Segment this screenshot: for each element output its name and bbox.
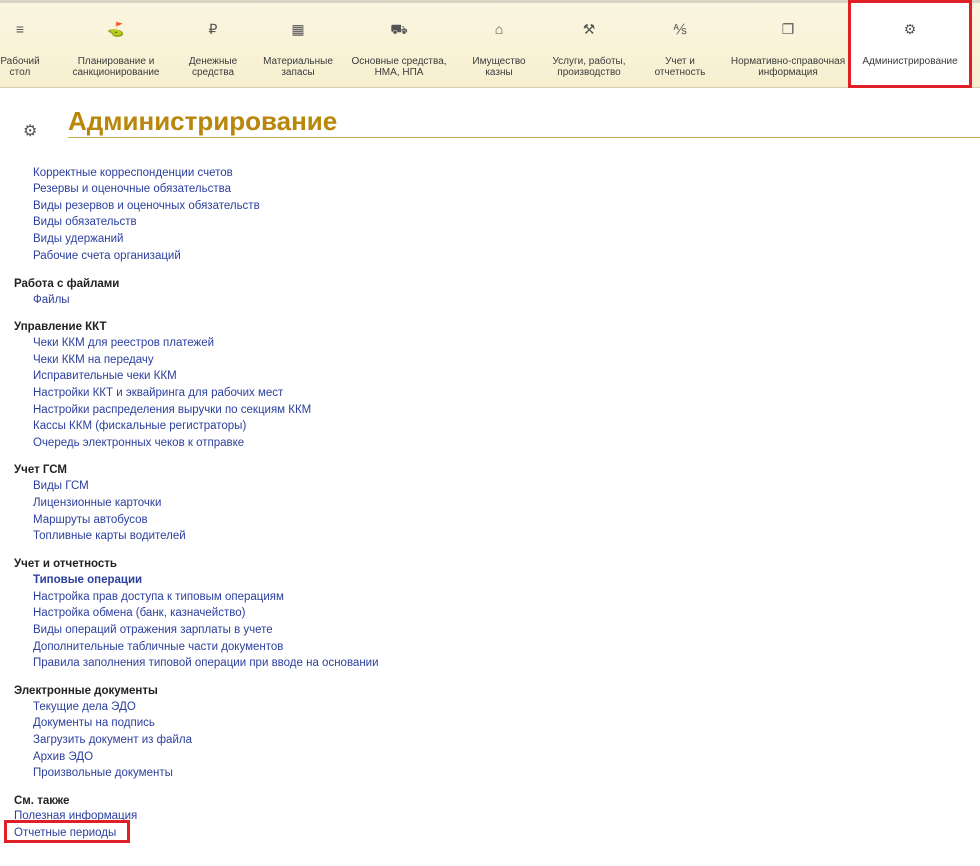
link-item[interactable]: Дополнительные табличные части документо… [33,640,283,654]
section-label: Денежные средства [188,56,238,78]
accounting-icon: ⅍ [673,21,687,37]
section-fixed-assets[interactable]: ⛟ Основные средства, НМА, НПА [346,0,452,88]
link-item[interactable]: Рабочие счета организаций [33,249,181,263]
link-item[interactable]: Настройка обмена (банк, казначейство) [33,606,245,620]
section-label: Услуги, работы, производство [552,56,626,78]
truck-icon: ⛟ [390,21,408,37]
section-label: Рабочий стол [0,56,40,78]
link-item[interactable]: Типовые операции [33,573,142,587]
group-header: Работа с файлами [14,278,120,290]
link-item[interactable]: Документы на подпись [33,716,155,730]
link-item[interactable]: Файлы [33,293,70,307]
group-header: Учет и отчетность [14,558,118,570]
link-item[interactable]: Очередь электронных чеков к отправке [33,436,244,450]
link-item[interactable]: Виды ГСМ [33,479,89,493]
menu-icon: ≡ [15,21,25,37]
page-title: Администрирование [68,106,338,136]
link-item[interactable]: Маршруты автобусов [33,513,148,527]
tools-icon: ⚒ [582,21,596,37]
section-administration[interactable]: ⚙ Администрирование [848,0,972,88]
link-item[interactable]: Загрузить документ из файла [33,733,192,747]
link-item[interactable]: Виды резервов и оценочных обязательств [33,199,260,213]
section-label: Основные средства, НМА, НПА [351,56,447,78]
section-materials[interactable]: ▦ Материальные запасы [258,0,338,88]
highlight-frame [4,820,130,843]
link-item[interactable]: Виды обязательств [33,215,137,229]
section-planning[interactable]: ⛳ Планирование и санкционирование [64,0,168,88]
link-item[interactable]: Правила заполнения типовой операции при … [33,656,379,670]
section-accounting[interactable]: ⅍ Учет и отчетность [647,0,713,88]
planning-icon: ⛳ [107,21,125,37]
link-item[interactable]: Текущие дела ЭДО [33,700,136,714]
link-item[interactable]: Чеки ККМ на передачу [33,353,154,367]
group-header: Управление ККТ [14,321,107,333]
link-item[interactable]: Настройка прав доступа к типовым операци… [33,590,284,604]
link-item[interactable]: Исправительные чеки ККМ [33,369,177,383]
link-item[interactable]: Настройки распределения выручки по секци… [33,403,311,417]
section-treasury-property[interactable]: ⌂ Имущество казны [463,0,535,88]
ruble-icon: ₽ [208,21,218,37]
see-also-header: См. также [14,795,70,807]
link-item[interactable]: Архив ЭДО [33,750,93,764]
section-label: Планирование и санкционирование [72,56,160,78]
link-item[interactable]: Топливные карты водителей [33,529,186,543]
section-label: Материальные запасы [263,56,333,78]
sections-panel: ≡ Рабочий стол ⛳ Планирование и санкцион… [0,0,980,88]
section-money[interactable]: ₽ Денежные средства [181,0,245,88]
link-item[interactable]: Виды удержаний [33,232,123,246]
gear-icon: ⚙ [903,21,917,37]
title-divider [68,137,980,138]
grid-icon: ▦ [291,21,305,37]
section-label: Администрирование [862,56,958,67]
link-item[interactable]: Резервы и оценочные обязательства [33,182,231,196]
section-label: Имущество казны [472,56,526,78]
section-services[interactable]: ⚒ Услуги, работы, производство [545,0,633,88]
section-desktop[interactable]: ≡ Рабочий стол [0,0,40,88]
link-item[interactable]: Настройки ККТ и эквайринга для рабочих м… [33,386,283,400]
section-reference-info[interactable]: ❐ Нормативно-справочная информация [726,0,850,88]
group-header: Учет ГСМ [14,464,68,476]
link-item[interactable]: Кассы ККМ (фискальные регистраторы) [33,419,246,433]
section-label: Нормативно-справочная информация [730,56,846,78]
documents-icon: ❐ [781,21,795,37]
section-label: Учет и отчетность [654,56,706,78]
group-header: Электронные документы [14,685,158,697]
link-item[interactable]: Лицензионные карточки [33,496,161,510]
link-item[interactable]: Произвольные документы [33,766,173,780]
link-item[interactable]: Виды операций отражения зарплаты в учете [33,623,273,637]
building-icon: ⌂ [494,21,504,37]
link-item[interactable]: Чеки ККМ для реестров платежей [33,336,214,350]
page-gear-icon[interactable]: ⚙ [23,121,37,141]
link-item[interactable]: Корректные корреспонденции счетов [33,166,233,180]
